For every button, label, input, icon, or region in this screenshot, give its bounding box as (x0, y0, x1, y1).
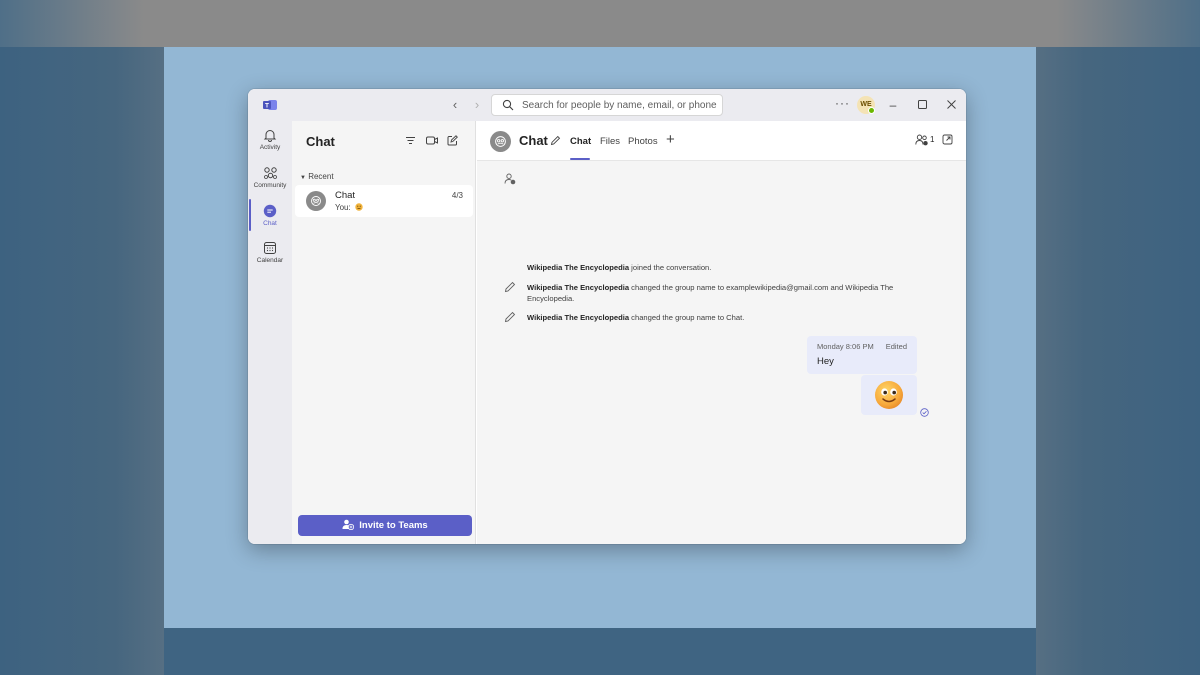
conversation-title: Chat (519, 133, 548, 148)
conversation-header: Chat Chat Files Photos + 1 (477, 121, 966, 161)
more-options-icon[interactable]: ··· (835, 96, 850, 110)
recent-section-header[interactable]: ▼ Recent (300, 172, 334, 181)
system-message-text: changed the group name to Chat. (629, 313, 745, 322)
invite-label: Invite to Teams (359, 520, 428, 531)
message-timestamp: Monday 8:06 PM (817, 342, 874, 351)
chat-icon (263, 204, 277, 218)
teams-logo-icon: T (263, 100, 277, 110)
wallpaper-top (0, 0, 1200, 47)
rail-label-activity: Activity (259, 144, 281, 151)
system-message-actor: Wikipedia The Encyclopedia (527, 283, 630, 292)
pop-out-icon[interactable] (942, 134, 953, 145)
chat-list-pane: Chat ▼ Recent Chat You: 4/3 Invite to Te… (292, 121, 476, 544)
add-tab-icon[interactable]: + (666, 131, 675, 148)
caret-down-icon: ▼ (300, 175, 306, 181)
pencil-icon (504, 281, 516, 293)
smiley-emoji-icon (355, 203, 363, 211)
group-icon (311, 196, 321, 206)
search-input[interactable] (522, 97, 718, 113)
system-message-joined: Wikipedia The Encyclopedia joined the co… (527, 263, 927, 274)
wallpaper-left (0, 47, 164, 675)
invite-to-teams-button[interactable]: Invite to Teams (298, 515, 472, 536)
close-button[interactable] (941, 95, 961, 115)
new-chat-icon[interactable] (447, 135, 458, 146)
group-avatar (306, 191, 326, 211)
community-icon (263, 167, 277, 179)
search-box[interactable] (491, 94, 723, 116)
chat-item-preview: You: (335, 203, 363, 212)
message-bubble[interactable]: Monday 8:06 PM Edited Hey (807, 336, 917, 374)
person-joined-icon (504, 173, 516, 185)
message-edited-label: Edited (885, 342, 907, 351)
active-tab-indicator (570, 158, 590, 160)
participant-count[interactable]: 1 (930, 135, 934, 144)
chat-preview-text: You: (335, 203, 351, 212)
presence-available-icon (868, 107, 875, 114)
maximize-icon (917, 100, 927, 109)
participants-icon[interactable] (915, 134, 929, 146)
system-message-renamed: Wikipedia The Encyclopedia changed the g… (527, 283, 927, 304)
minimize-button[interactable]: – (883, 95, 903, 115)
rail-label-calendar: Calendar (256, 257, 284, 264)
emoji-message-bubble[interactable] (861, 375, 917, 415)
conversation-pane: Chat Chat Files Photos + 1 Wikipedia The… (477, 121, 966, 544)
system-message-text: joined the conversation. (629, 263, 712, 272)
list-item[interactable]: Chat You: 4/3 (295, 185, 473, 217)
pencil-icon (504, 311, 516, 323)
chat-item-name: Chat (335, 190, 356, 201)
group-icon (495, 136, 506, 147)
rail-item-activity[interactable]: Activity (248, 125, 292, 161)
bell-icon (263, 130, 277, 142)
rail-item-calendar[interactable]: Calendar (248, 238, 292, 274)
system-message-actor: Wikipedia The Encyclopedia (527, 313, 630, 322)
forward-arrow-icon[interactable]: › (469, 97, 485, 113)
conversation-avatar[interactable] (490, 131, 511, 152)
wallpaper-right (1036, 47, 1200, 675)
tab-files[interactable]: Files (600, 136, 620, 147)
smiley-emoji-icon (875, 381, 903, 409)
calendar-icon (264, 242, 276, 254)
rail-item-community[interactable]: Community (248, 163, 292, 199)
teams-window: T ‹ › ··· WE – Activity (248, 89, 966, 544)
edit-name-icon[interactable] (550, 135, 561, 146)
recent-label: Recent (308, 172, 334, 181)
close-icon (946, 100, 956, 109)
rail-label-community: Community (253, 182, 287, 189)
wallpaper-bottom (164, 628, 1036, 675)
tab-chat[interactable]: Chat (570, 136, 591, 147)
back-arrow-icon[interactable]: ‹ (447, 97, 463, 113)
add-person-icon (342, 519, 355, 530)
system-message-renamed: Wikipedia The Encyclopedia changed the g… (527, 313, 927, 324)
search-icon (502, 99, 514, 111)
maximize-button[interactable] (912, 95, 932, 115)
svg-text:T: T (265, 103, 269, 110)
seen-check-icon (920, 408, 929, 417)
title-bar: T ‹ › ··· WE – (248, 89, 966, 121)
tab-photos[interactable]: Photos (628, 136, 658, 147)
chat-item-date: 4/3 (451, 191, 463, 200)
system-message-actor: Wikipedia The Encyclopedia (527, 263, 630, 272)
filter-icon[interactable] (405, 135, 416, 146)
list-title: Chat (306, 134, 335, 149)
rail-label-chat: Chat (263, 220, 277, 227)
video-call-icon[interactable] (426, 135, 438, 146)
app-rail: Activity Community Chat Calendar (248, 121, 292, 544)
message-text: Hey (817, 356, 834, 367)
rail-item-chat[interactable]: Chat (248, 201, 292, 237)
